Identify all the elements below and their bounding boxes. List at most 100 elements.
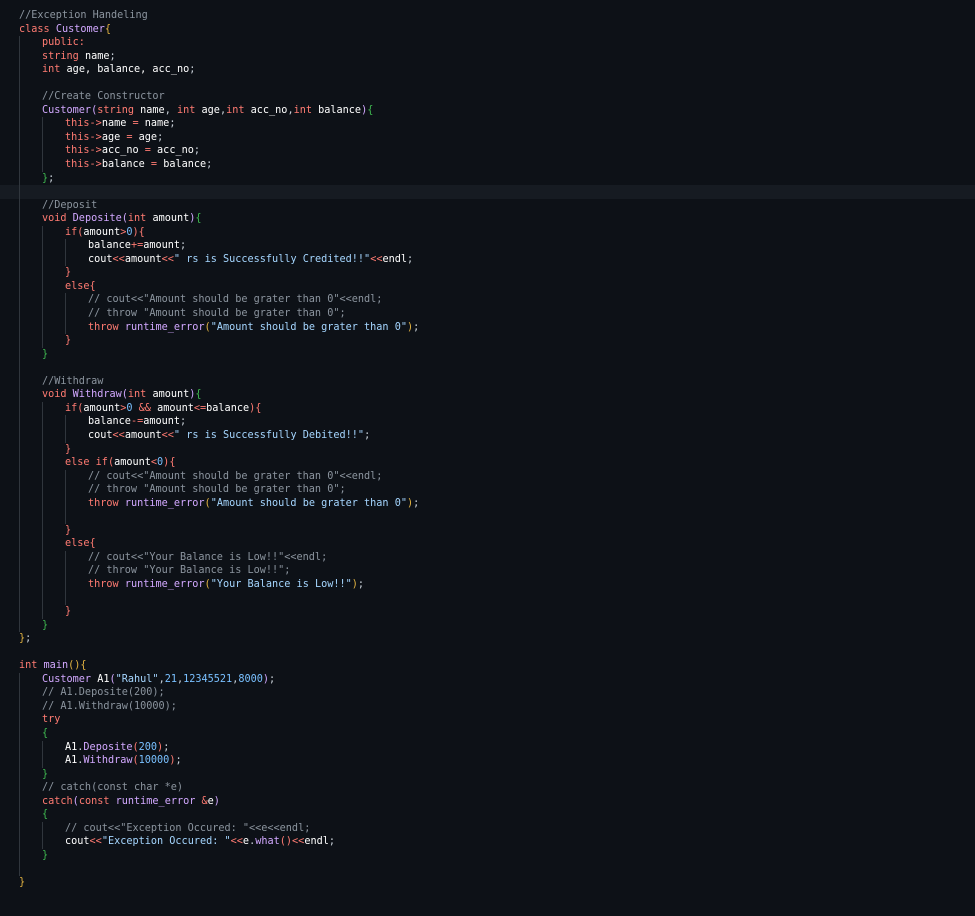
code-token: string	[97, 104, 141, 116]
code-token: 0	[126, 402, 139, 414]
code-line[interactable]: //Exception Handeling	[0, 9, 975, 23]
code-line[interactable]: int age, balance, acc_no;	[0, 63, 975, 77]
code-token: acc_no	[157, 145, 194, 157]
code-line[interactable]: // cout<<"Your Balance is Low!!"<<endl;	[0, 550, 975, 565]
code-line[interactable]: else if(amount<0){	[0, 456, 975, 470]
code-line[interactable]: try	[0, 713, 975, 727]
indent-guide	[42, 537, 43, 551]
indent-guide	[42, 225, 43, 240]
code-token: runtime_error	[124, 578, 205, 590]
code-line[interactable]: A1.Deposite(200);	[0, 740, 975, 755]
code-line[interactable]	[0, 646, 975, 660]
code-line[interactable]: balance-=amount;	[0, 415, 975, 429]
code-line[interactable]: }	[0, 347, 975, 362]
code-line[interactable]: class Customer{	[0, 23, 975, 37]
code-token: "Rahul"	[115, 673, 159, 685]
code-line[interactable]: // cout<<"Amount should be grater than 0…	[0, 293, 975, 308]
code-token: }	[42, 348, 49, 360]
code-line[interactable]: throw runtime_error("Amount should be gr…	[0, 320, 975, 335]
indent-guide	[42, 428, 43, 443]
code-line[interactable]: };	[0, 632, 975, 646]
indent-guide	[19, 293, 20, 308]
code-line[interactable]: }	[0, 767, 975, 782]
code-token: main	[43, 660, 69, 672]
code-line[interactable]	[0, 185, 975, 199]
code-line[interactable]: public:	[0, 36, 975, 50]
code-line[interactable]: //Create Constructor	[0, 90, 975, 104]
code-line[interactable]: //Withdraw	[0, 374, 975, 389]
code-line[interactable]: // A1.Withdraw(10000);	[0, 699, 975, 714]
code-text: void Withdraw(int amount){	[42, 389, 202, 400]
code-line[interactable]: else{	[0, 279, 975, 294]
code-line[interactable]: else{	[0, 537, 975, 551]
code-line[interactable]: cout<<amount<<" rs is Successfully Credi…	[0, 252, 975, 267]
code-line[interactable]: {	[0, 808, 975, 822]
code-line[interactable]: A1.Withdraw(10000);	[0, 754, 975, 768]
indent-guide	[42, 550, 43, 565]
code-token: "Exception Occured: "	[101, 836, 231, 848]
code-token: <<	[112, 429, 125, 441]
code-line[interactable]: // throw "Your Balance is Low!!";	[0, 564, 975, 578]
code-line[interactable]: this->age = age;	[0, 130, 975, 145]
code-line[interactable]	[0, 591, 975, 606]
code-line[interactable]: // cout<<"Exception Occured: "<<e<<endl;	[0, 821, 975, 836]
code-line[interactable]: }	[0, 848, 975, 863]
code-line[interactable]: catch(const runtime_error &e)	[0, 794, 975, 809]
code-token: name	[84, 50, 110, 62]
code-token: ;	[357, 578, 365, 590]
code-token: amount	[83, 226, 121, 238]
code-line[interactable]: }	[0, 618, 975, 633]
code-token: Withdraw	[83, 755, 133, 767]
indent-guide	[19, 564, 20, 578]
code-line[interactable]: };	[0, 171, 975, 186]
code-line[interactable]: }	[0, 605, 975, 619]
code-token: ;	[163, 741, 170, 753]
indent-guide	[19, 699, 20, 714]
code-line[interactable]: // catch(const char *e)	[0, 781, 975, 795]
code-line[interactable]: // throw "Amount should be grater than 0…	[0, 483, 975, 497]
code-line[interactable]: if(amount>0){	[0, 225, 975, 240]
code-line[interactable]: string name;	[0, 49, 975, 64]
code-line[interactable]	[0, 361, 975, 375]
code-text: }	[19, 877, 25, 888]
code-line[interactable]: }	[0, 334, 975, 348]
code-line[interactable]: }	[0, 266, 975, 280]
code-line[interactable]: }	[0, 442, 975, 457]
code-line[interactable]: Customer(string name, int age,int acc_no…	[0, 103, 975, 118]
code-line[interactable]: throw runtime_error("Your Balance is Low…	[0, 577, 975, 592]
indent-guide	[42, 496, 43, 511]
code-line[interactable]	[0, 76, 975, 91]
indent-guide	[42, 144, 43, 159]
code-token: 21	[164, 673, 177, 685]
code-line[interactable]: if(amount>0 && amount<=balance){	[0, 401, 975, 416]
code-line[interactable]: {	[0, 726, 975, 741]
code-text: // cout<<"Amount should be grater than 0…	[88, 471, 382, 482]
code-editor[interactable]: //Exception Handeling class Customer{publ…	[0, 9, 975, 890]
code-line[interactable]: // cout<<"Amount should be grater than 0…	[0, 469, 975, 484]
code-line[interactable]: cout<<amount<<" rs is Successfully Debit…	[0, 428, 975, 443]
code-line[interactable]: }	[0, 523, 975, 538]
code-line[interactable]: void Deposite(int amount){	[0, 212, 975, 226]
code-line[interactable]: this->acc_no = acc_no;	[0, 144, 975, 159]
code-token: <<	[230, 836, 243, 848]
code-line[interactable]: this->balance = balance;	[0, 158, 975, 172]
code-line[interactable]: }	[0, 876, 975, 890]
code-token: {	[255, 402, 262, 414]
code-line[interactable]: this->name = name;	[0, 117, 975, 131]
code-line[interactable]	[0, 510, 975, 524]
code-token: ;	[407, 253, 414, 265]
code-line[interactable]: void Withdraw(int amount){	[0, 388, 975, 402]
code-line[interactable]: // A1.Deposite(200);	[0, 686, 975, 700]
code-text: //Withdraw	[42, 376, 103, 387]
code-line[interactable]: // throw "Amount should be grater than 0…	[0, 307, 975, 321]
code-line[interactable]	[0, 862, 975, 876]
code-line[interactable]: int main(){	[0, 659, 975, 673]
code-line[interactable]: throw runtime_error("Amount should be gr…	[0, 496, 975, 511]
code-line[interactable]: balance+=amount;	[0, 239, 975, 253]
indent-guide	[19, 401, 20, 416]
code-token: {	[42, 727, 49, 739]
code-token: &&	[138, 402, 158, 414]
code-line[interactable]: Customer A1("Rahul",21,12345521,8000);	[0, 672, 975, 687]
code-line[interactable]: //Deposit	[0, 198, 975, 213]
code-line[interactable]: cout<<"Exception Occured: "<<e.what()<<e…	[0, 835, 975, 849]
